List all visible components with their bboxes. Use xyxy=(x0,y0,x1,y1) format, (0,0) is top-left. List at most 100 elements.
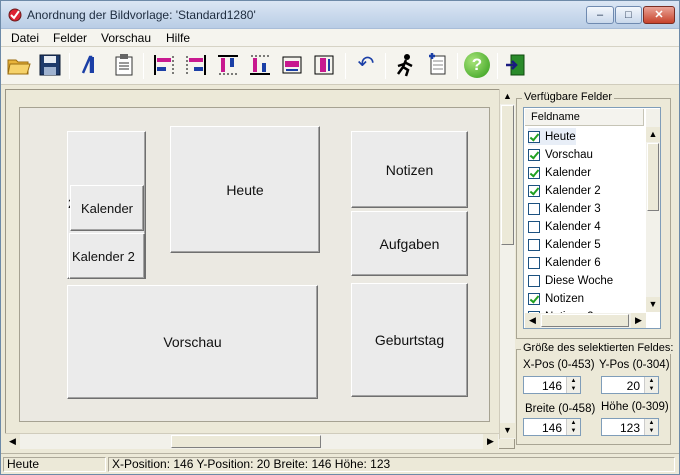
field-checkbox[interactable] xyxy=(528,220,540,233)
list-item[interactable]: Kalender 5 xyxy=(528,236,601,253)
list-item-label: Kalender 6 xyxy=(545,256,601,269)
properties-icon[interactable] xyxy=(111,52,137,78)
list-item[interactable]: Heute xyxy=(528,128,576,145)
field-notizen[interactable]: Notizen xyxy=(351,131,468,208)
horizontal-scroll-thumb[interactable] xyxy=(171,435,321,448)
ypos-value: 20 xyxy=(626,379,640,393)
status-position-info: X-Position: 146 Y-Position: 20 Breite: 1… xyxy=(108,457,675,472)
list-scroll-up-icon[interactable]: ▲ xyxy=(646,127,660,142)
field-checkbox[interactable] xyxy=(528,292,540,305)
xpos-up-icon[interactable]: ▲ xyxy=(567,377,580,385)
field-checkbox[interactable] xyxy=(528,256,540,269)
exit-door-icon[interactable] xyxy=(504,52,530,78)
hoehe-spinner[interactable]: 123 ▲ ▼ xyxy=(601,418,659,436)
field-checkbox[interactable] xyxy=(528,184,540,197)
same-height-icon[interactable] xyxy=(311,52,337,78)
list-item-label: Diese Woche xyxy=(545,274,614,287)
column-header-feldname[interactable]: Feldname xyxy=(525,109,644,126)
minimize-button[interactable]: – xyxy=(586,6,614,24)
run-preview-icon[interactable] xyxy=(393,52,419,78)
same-width-icon[interactable] xyxy=(279,52,305,78)
field-checkbox[interactable] xyxy=(528,202,540,215)
list-item-label: Kalender 2 xyxy=(545,184,601,197)
field-checkbox[interactable] xyxy=(528,238,540,251)
open-folder-icon[interactable] xyxy=(6,52,32,78)
scroll-down-icon[interactable]: ▼ xyxy=(500,423,515,438)
align-left-icon[interactable] xyxy=(151,52,177,78)
xpos-value: 146 xyxy=(541,379,562,393)
ypos-spinner[interactable]: 20 ▲ ▼ xyxy=(601,376,659,394)
list-item[interactable]: Kalender 2 xyxy=(528,182,601,199)
scroll-up-icon[interactable]: ▲ xyxy=(500,89,515,104)
list-item-label: Kalender 4 xyxy=(545,220,601,233)
field-heute[interactable]: Heute xyxy=(170,126,320,253)
hoehe-down-icon[interactable]: ▼ xyxy=(645,427,658,435)
list-item[interactable]: Kalender 3 xyxy=(528,200,601,217)
field-aufgaben[interactable]: Aufgaben xyxy=(351,211,468,276)
maximize-button[interactable]: □ xyxy=(615,6,642,24)
field-checkbox[interactable] xyxy=(528,166,540,179)
list-hscroll-thumb[interactable] xyxy=(541,314,629,327)
font-icon[interactable] xyxy=(77,52,103,78)
list-scroll-thumb[interactable] xyxy=(647,143,659,211)
xpos-down-icon[interactable]: ▼ xyxy=(567,385,580,393)
canvas-vertical-scrollbar[interactable]: ▲ ▼ xyxy=(499,89,515,439)
list-vertical-scrollbar[interactable]: ▲ ▼ xyxy=(646,109,660,312)
ypos-label: Y-Pos (0-304) xyxy=(599,359,670,371)
scroll-left-icon[interactable]: ◀ xyxy=(5,434,20,449)
align-top-icon[interactable] xyxy=(215,52,241,78)
list-scroll-left-icon[interactable]: ◀ xyxy=(525,313,540,328)
hoehe-up-icon[interactable]: ▲ xyxy=(645,419,658,427)
close-button[interactable]: ✕ xyxy=(643,6,675,24)
menu-hilfe[interactable]: Hilfe xyxy=(166,31,190,45)
list-item[interactable]: Kalender xyxy=(528,164,591,181)
field-kalender-2[interactable]: Kalender 2 xyxy=(69,233,145,279)
ypos-up-icon[interactable]: ▲ xyxy=(645,377,658,385)
list-horizontal-scrollbar[interactable]: ◀ ▶ xyxy=(525,313,646,328)
menu-felder[interactable]: Felder xyxy=(53,31,87,45)
save-disk-icon[interactable] xyxy=(37,52,63,78)
field-geburtstag[interactable]: Geburtstag xyxy=(351,283,468,397)
size-group-legend: Größe des selektierten Feldes: xyxy=(521,342,676,354)
scroll-right-icon[interactable]: ▶ xyxy=(483,434,498,449)
field-checkbox[interactable] xyxy=(528,274,540,287)
new-page-icon[interactable] xyxy=(425,52,451,78)
vertical-scroll-thumb[interactable] xyxy=(501,105,514,245)
status-selected-field: Heute xyxy=(3,457,106,472)
canvas-horizontal-scrollbar[interactable]: ◀ ▶ xyxy=(5,433,499,449)
list-scroll-down-icon[interactable]: ▼ xyxy=(646,297,660,312)
list-item-label: Notizen xyxy=(545,292,584,305)
list-item[interactable]: Notizen xyxy=(528,290,584,307)
list-item[interactable]: Vorschau xyxy=(528,146,593,163)
list-item-label: Kalender 3 xyxy=(545,202,601,215)
align-bottom-icon[interactable] xyxy=(247,52,273,78)
list-item[interactable]: Kalender 6 xyxy=(528,254,601,271)
ypos-down-icon[interactable]: ▼ xyxy=(645,385,658,393)
field-vorschau[interactable]: Vorschau xyxy=(67,285,318,399)
xpos-spinner[interactable]: 146 ▲ ▼ xyxy=(523,376,581,394)
help-icon[interactable]: ? xyxy=(464,52,490,78)
field-checkbox[interactable] xyxy=(528,130,540,143)
breite-spinner[interactable]: 146 ▲ ▼ xyxy=(523,418,581,436)
breite-up-icon[interactable]: ▲ xyxy=(567,419,580,427)
hoehe-value: 123 xyxy=(619,421,640,435)
breite-down-icon[interactable]: ▼ xyxy=(567,427,580,435)
window-title: Anordnung der Bildvorlage: 'Standard1280… xyxy=(27,8,256,22)
xpos-label: X-Pos (0-453) xyxy=(523,359,595,371)
list-item-label: Kalender 5 xyxy=(545,238,601,251)
menu-datei[interactable]: Datei xyxy=(11,31,39,45)
list-scroll-right-icon[interactable]: ▶ xyxy=(631,313,646,328)
menu-vorschau[interactable]: Vorschau xyxy=(101,31,151,45)
align-right-icon[interactable] xyxy=(183,52,209,78)
list-item-label: Heute xyxy=(545,130,576,143)
list-item[interactable]: Diese Woche xyxy=(528,272,613,289)
list-item-label: Kalender xyxy=(545,166,592,179)
available-fields-legend: Verfügbare Felder xyxy=(522,91,615,103)
field-checkbox[interactable] xyxy=(528,148,540,161)
title-bar[interactable]: Anordnung der Bildvorlage: 'Standard1280… xyxy=(1,1,679,29)
undo-icon[interactable]: ↶ xyxy=(353,52,379,78)
field-kalender[interactable]: Kalender xyxy=(70,185,144,231)
list-item[interactable]: Kalender 4 xyxy=(528,218,601,235)
status-bar: Heute X-Position: 146 Y-Position: 20 Bre… xyxy=(1,453,679,474)
available-fields-list[interactable]: Feldname Heute Vorschau Kalender Kalender 2… xyxy=(523,107,661,329)
